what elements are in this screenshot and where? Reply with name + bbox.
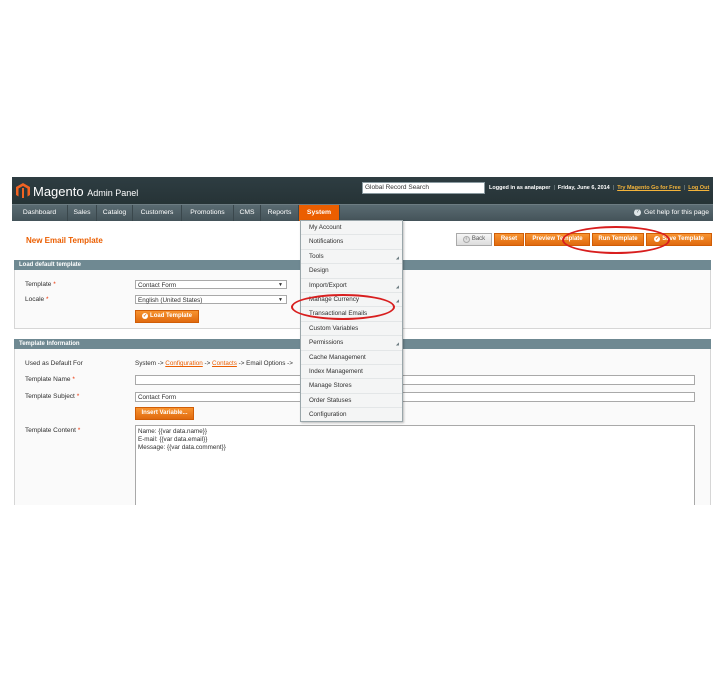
try-magento-go-link[interactable]: Try Magento Go for Free xyxy=(617,185,681,191)
menu-configuration[interactable]: Configuration xyxy=(301,408,402,421)
menu-notifications[interactable]: Notifications xyxy=(301,235,402,250)
highlight-ring-run-template xyxy=(562,226,670,254)
header-links: Logged in as analpaper | Friday, June 6, 2… xyxy=(489,185,710,191)
template-select[interactable]: Contact Form ▼ xyxy=(135,280,287,289)
nav-customers[interactable]: Customers xyxy=(133,205,182,221)
default-for-label: Used as Default For xyxy=(25,360,83,367)
back-button-label: Back xyxy=(471,236,486,242)
menu-cache-management[interactable]: Cache Management xyxy=(301,351,402,365)
nav-reports[interactable]: Reports xyxy=(261,205,299,221)
template-subject-input[interactable]: Contact Form xyxy=(135,392,695,402)
back-arrow-icon: ‹ xyxy=(462,236,470,243)
main-nav: Dashboard Sales Catalog Customers Promot… xyxy=(12,204,713,221)
menu-manage-stores[interactable]: Manage Stores xyxy=(301,379,402,394)
load-template-label: Load Template xyxy=(150,313,192,319)
reset-button[interactable]: Reset xyxy=(494,233,524,246)
nav-catalog[interactable]: Catalog xyxy=(97,205,133,221)
content-line: Name: {{var data.name}} xyxy=(138,428,207,435)
brand-subtitle: Admin Panel xyxy=(87,188,139,198)
admin-header: Magento Admin Panel Global Record Search… xyxy=(12,177,713,204)
nav-sales[interactable]: Sales xyxy=(68,205,97,221)
default-for-path: System -> Configuration -> Contacts -> E… xyxy=(135,360,293,367)
menu-my-account[interactable]: My Account xyxy=(301,221,402,236)
insert-variable-button[interactable]: Insert Variable... xyxy=(135,407,194,420)
brand-name: Magento xyxy=(33,184,84,199)
locale-label: Locale * xyxy=(25,296,49,303)
template-select-value: Contact Form xyxy=(138,282,177,289)
system-menu: My Account Notifications Tools Design Im… xyxy=(300,220,403,423)
locale-select-value: English (United States) xyxy=(138,297,203,304)
nav-dashboard[interactable]: Dashboard xyxy=(12,205,68,221)
brand-title: Magento Admin Panel xyxy=(33,184,138,199)
help-icon: ? xyxy=(634,209,641,216)
contacts-link[interactable]: Contacts xyxy=(212,360,237,367)
template-content-textarea[interactable]: Name: {{var data.name}} E-mail: {{var da… xyxy=(135,425,695,505)
locale-select[interactable]: English (United States) ▼ xyxy=(135,295,287,304)
nav-cms[interactable]: CMS xyxy=(234,205,261,221)
menu-permissions[interactable]: Permissions xyxy=(301,336,402,351)
back-button[interactable]: ‹ Back xyxy=(456,233,492,246)
highlight-ring-transactional-emails xyxy=(291,294,395,320)
magento-admin-screen: Magento Admin Panel Global Record Search… xyxy=(12,177,713,505)
configuration-link[interactable]: Configuration xyxy=(165,360,202,367)
menu-order-statuses[interactable]: Order Statuses xyxy=(301,394,402,409)
logged-in-text: Logged in as analpaper xyxy=(489,185,551,191)
content-line: E-mail: {{var data.email}} xyxy=(138,436,208,443)
template-content-label: Template Content * xyxy=(25,427,81,434)
template-name-label: Template Name * xyxy=(25,376,75,383)
header-date: Friday, June 6, 2014 xyxy=(557,185,610,191)
load-check-icon: ✓ xyxy=(142,313,149,319)
menu-index-management[interactable]: Index Management xyxy=(301,365,402,380)
load-template-button[interactable]: ✓ Load Template xyxy=(135,310,199,323)
global-search-input[interactable]: Global Record Search xyxy=(362,182,485,194)
logout-link[interactable]: Log Out xyxy=(688,185,709,191)
menu-import-export[interactable]: Import/Export xyxy=(301,279,402,293)
template-subject-label: Template Subject * xyxy=(25,393,80,400)
help-label: Get help for this page xyxy=(644,209,709,216)
menu-design[interactable]: Design xyxy=(301,264,402,279)
template-label: Template * xyxy=(25,281,56,288)
menu-custom-variables[interactable]: Custom Variables xyxy=(301,322,402,337)
content-line: Message: {{var data.comment}} xyxy=(138,444,226,451)
help-link[interactable]: ? Get help for this page xyxy=(634,205,709,221)
nav-system[interactable]: System xyxy=(299,205,340,221)
page-title: New Email Template xyxy=(26,236,103,245)
chevron-down-icon: ▼ xyxy=(278,282,283,288)
chevron-down-icon: ▼ xyxy=(278,297,283,303)
menu-tools[interactable]: Tools xyxy=(301,250,402,265)
magento-logo-icon xyxy=(16,183,30,198)
template-name-input[interactable] xyxy=(135,375,695,385)
nav-promotions[interactable]: Promotions xyxy=(182,205,234,221)
